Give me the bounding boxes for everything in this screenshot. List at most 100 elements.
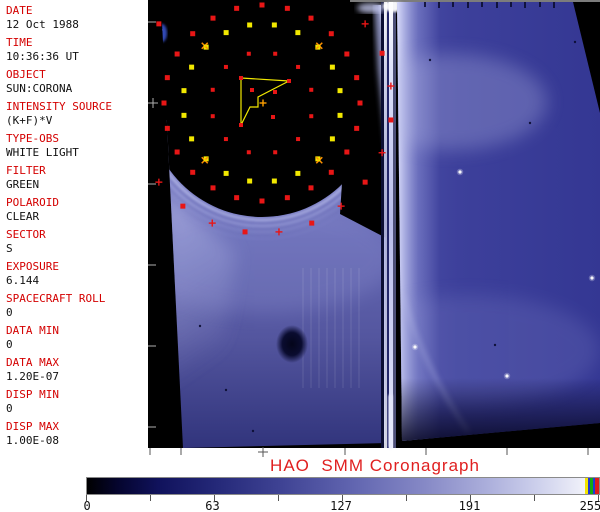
fiducial-dot (271, 178, 277, 184)
meta-field: FILTER GREEN (0, 164, 148, 196)
fiducial-dot (344, 149, 350, 155)
meta-value: (K+F)*V (6, 114, 53, 127)
meta-value: 6.144 (6, 274, 40, 287)
fiducial-dot (223, 170, 229, 176)
fiducial-dot (180, 203, 186, 209)
meta-label: DISP MAX (6, 420, 59, 433)
fiducial-dot (296, 64, 301, 69)
meta-value: 1.20E-07 (6, 370, 59, 383)
fiducial-dot (309, 114, 314, 119)
meta-label: DATE (6, 4, 33, 17)
meta-label: SECTOR (6, 228, 46, 241)
meta-label: DATA MAX (6, 356, 59, 369)
coronagraph-viewer-window: DATE 12 Oct 1988 TIME 10:36:36 UT OBJECT SUN:… (0, 0, 600, 512)
fiducial-dot (234, 195, 240, 201)
coronagraph-image (148, 0, 600, 457)
fiducial-dot (273, 150, 278, 155)
meta-label: DATA MIN (6, 324, 59, 337)
meta-value: GREEN (6, 178, 40, 191)
fiducial-dot (164, 125, 170, 131)
colorbar-end-stripes (585, 478, 599, 494)
fiducial-dot (309, 220, 315, 226)
fiducial-dot (354, 125, 360, 131)
fiducial-dot (284, 195, 290, 201)
colorbar-label: 0 (83, 499, 91, 512)
colorbar-scale-labels: 0 63 127 191 255 (83, 499, 600, 512)
meta-label: DISP MIN (6, 388, 59, 401)
colorbar-label: 191 (458, 499, 481, 512)
fiducial-dot (247, 22, 253, 28)
fiducial-dot (223, 64, 228, 69)
fiducial-dot (242, 229, 248, 235)
fiducial-dot (273, 51, 278, 56)
meta-value: S (6, 242, 13, 255)
meta-field: DISP MIN 0 (0, 388, 148, 420)
meta-label: TIME (6, 36, 33, 49)
fiducial-dot (210, 185, 216, 191)
fiducial-dot (181, 112, 187, 118)
meta-value: 0 (6, 338, 13, 351)
intensity-colorbar (86, 477, 600, 495)
fiducial-dot (189, 136, 195, 142)
fiducial-dot (357, 100, 363, 106)
meta-value: CLEAR (6, 210, 40, 223)
fiducial-dot (210, 15, 216, 21)
meta-field: INTENSITY SOURCE (K+F)*V (0, 100, 148, 132)
meta-field: EXPOSURE 6.144 (0, 260, 148, 292)
fiducial-dot (210, 87, 215, 92)
meta-label: FILTER (6, 164, 46, 177)
meta-value: 1.00E-08 (6, 434, 59, 447)
fiducial-dot (337, 88, 343, 94)
fiducial-dot (328, 31, 334, 37)
fiducial-dot (379, 50, 385, 56)
fiducial-dot (161, 100, 167, 106)
colorbar-label: 63 (205, 499, 220, 512)
fiducial-dot (337, 112, 343, 118)
fiducial-dot (174, 51, 180, 57)
fiducial-dot (190, 31, 196, 37)
fiducial-dot (223, 137, 228, 142)
fiducial-dot (174, 149, 180, 155)
fiducial-dot (210, 114, 215, 119)
fiducial-dot (181, 88, 187, 94)
fiducial-dot (296, 137, 301, 142)
meta-label: EXPOSURE (6, 260, 59, 273)
meta-field: OBJECT SUN:CORONA (0, 68, 148, 100)
fiducial-dot (156, 21, 162, 27)
fiducial-dot (247, 178, 253, 184)
fiducial-dot (354, 75, 360, 81)
meta-label: TYPE-OBS (6, 132, 59, 145)
meta-field: DATA MIN 0 (0, 324, 148, 356)
fiducial-dot (295, 30, 301, 36)
meta-field: DISP MAX 1.00E-08 (0, 420, 148, 452)
meta-label: SPACECRAFT ROLL (6, 292, 106, 305)
fiducial-dot (344, 51, 350, 57)
meta-value: WHITE LIGHT (6, 146, 79, 159)
dark-blob (276, 325, 308, 363)
left-subimage (161, 2, 386, 448)
meta-label: POLAROID (6, 196, 59, 209)
meta-field: TIME 10:36:36 UT (0, 36, 148, 68)
top-border-line (350, 0, 600, 2)
meta-field: SECTOR S (0, 228, 148, 260)
meta-field: DATA MAX 1.20E-07 (0, 356, 148, 388)
fiducial-dot (309, 87, 314, 92)
colorbar-label: 127 (330, 499, 352, 512)
meta-field: SPACECRAFT ROLL 0 (0, 292, 148, 324)
fiducial-dot (223, 30, 229, 36)
star-dot (505, 374, 509, 378)
fiducial-dot (308, 185, 314, 191)
fiducial-dot (271, 22, 277, 28)
fiducial-dot (246, 150, 251, 155)
meta-value: SUN:CORONA (6, 82, 73, 95)
fiducial-dot (259, 2, 265, 8)
fiducial-dot (295, 170, 301, 176)
fiducial-dot (259, 198, 265, 204)
star-dot (590, 276, 594, 280)
fiducial-dot (388, 117, 394, 123)
fiducial-dot (246, 51, 251, 56)
colorbar-label: 255 (579, 499, 600, 512)
metadata-sidebar: DATE 12 Oct 1988 TIME 10:36:36 UT OBJECT SUN:… (0, 0, 148, 460)
meta-field: DATE 12 Oct 1988 (0, 4, 148, 36)
fiducial-dot (308, 15, 314, 21)
